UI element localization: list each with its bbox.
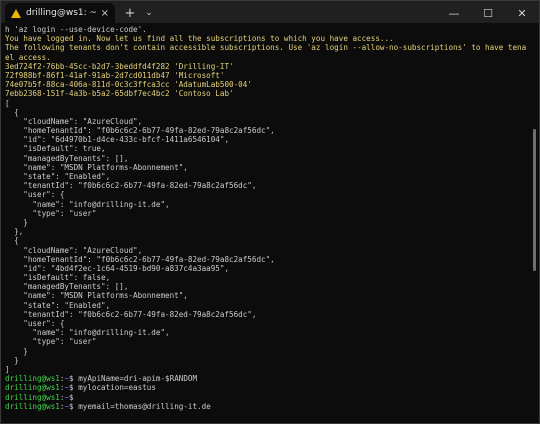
output-line: } (5, 355, 19, 365)
output-line: "state": "Enabled", (5, 172, 111, 181)
output-line: 74e07b5f-88ca-406a-811d-0c3c3ffca3cc 'Ad… (5, 80, 252, 90)
prompt-line: drilling@ws1:~$ (5, 393, 527, 402)
prompt-line: drilling@ws1:~$ myemail=thomas@drilling-… (5, 402, 527, 411)
output-line: "type": "user" (5, 208, 97, 218)
output-line: The following tenants don't contain acce… (5, 43, 527, 53)
output-line: ] (5, 364, 10, 374)
maximize-button[interactable]: ☐ (471, 3, 505, 23)
output-line: "id": "6d4970b1-d4ce-433c-bfcf-1411a6546… (5, 135, 230, 145)
tab-bar: drilling@ws1: ~ × + ⌄ — ☐ ✕ (1, 1, 539, 23)
output-line: "homeTenantId": "f0b6c6c2-6b77-49fa-82ed… (5, 254, 275, 264)
output-line: "isDefault": true, (5, 144, 106, 154)
close-button[interactable]: ✕ (505, 3, 539, 23)
output-line: "state": "Enabled", (5, 300, 111, 310)
output-line: "homeTenantId": "f0b6c6c2-6b77-49fa-82ed… (5, 126, 275, 136)
chevron-down-icon[interactable]: ⌄ (141, 3, 157, 23)
output-line: "managedByTenants": [], (5, 153, 129, 163)
output-line: "user": { (5, 319, 65, 328)
output-line: "user": { (5, 190, 65, 200)
output-line: "name": "MSDN Platforms-Abonnement", (5, 162, 188, 172)
output-line: el access. (5, 52, 51, 62)
output-line: 72f988bf-86f1-41af-91ab-2d7cd011db47 'Mi… (5, 70, 225, 80)
output-line: "name": "info@drilling-it.de", (5, 199, 170, 209)
tab-close-icon[interactable]: × (101, 8, 109, 19)
output-line: } (5, 346, 28, 356)
terminal-window: drilling@ws1: ~ × + ⌄ — ☐ ✕ h 'az login … (0, 0, 540, 424)
minimize-button[interactable]: — (437, 3, 471, 23)
prompt-line: drilling@ws1:~$ mylocation=eastus (5, 383, 527, 392)
prompt-command: myApiName=dri-apim-$RANDOM (78, 374, 198, 384)
output-line: [ (5, 98, 10, 108)
output-line: }, (5, 227, 24, 237)
output-line: "cloudName": "AzureCloud", (5, 245, 143, 255)
output-line: You have logged in. Now let us find all … (5, 34, 394, 44)
output-line: } (5, 217, 28, 227)
new-tab-button[interactable]: + (119, 3, 141, 23)
output-line: "isDefault": false, (5, 273, 111, 283)
scrollbar[interactable] (533, 129, 536, 271)
prompt-symbol: $ (69, 392, 79, 402)
output-line: { (5, 107, 19, 117)
output-line: { (5, 236, 19, 246)
prompt-user: drilling@ws1 (5, 374, 60, 384)
prompt-symbol: $ (69, 383, 79, 393)
prompt-command: mylocation=eastus (78, 383, 156, 393)
output-line: "cloudName": "AzureCloud", (5, 116, 143, 126)
prompt-user: drilling@ws1 (5, 383, 60, 393)
output-line: "name": "MSDN Platforms-Abonnement", (5, 291, 188, 301)
tab-active[interactable]: drilling@ws1: ~ × (5, 3, 115, 23)
output-line: "managedByTenants": [], (5, 282, 129, 292)
output-line: "type": "user" (5, 337, 97, 347)
output-line: h 'az login --use-device-code'. (5, 25, 147, 34)
output-line: "name": "info@drilling-it.de", (5, 328, 170, 338)
prompt-user: drilling@ws1 (5, 392, 60, 402)
prompt-command: myemail=thomas@drilling-it.de (78, 401, 211, 411)
terminal-output[interactable]: h 'az login --use-device-code'. You have … (5, 25, 527, 423)
prompt-symbol: $ (69, 374, 79, 384)
prompt-user: drilling@ws1 (5, 401, 60, 411)
linux-penguin-icon (11, 8, 21, 18)
output-line: 3ed724f2-76bb-45cc-b2d7-3beddfd4f282 'Dr… (5, 61, 234, 71)
tab-title: drilling@ws1: ~ (26, 8, 96, 18)
output-line: "tenantId": "f0b6c6c2-6b77-49fa-82ed-79a… (5, 309, 257, 319)
output-line: "id": "4bd4f2ec-1c64-4519-bd90-a837c4a3a… (5, 263, 230, 273)
prompt-line: drilling@ws1:~$ myApiName=dri-apim-$RAND… (5, 374, 527, 383)
output-line: 7ebb2368-151f-4a3b-b5a2-65dbf7ec4bc2 'Co… (5, 89, 234, 99)
prompt-symbol: $ (69, 401, 79, 411)
output-line: "tenantId": "f0b6c6c2-6b77-49fa-82ed-79a… (5, 181, 257, 191)
